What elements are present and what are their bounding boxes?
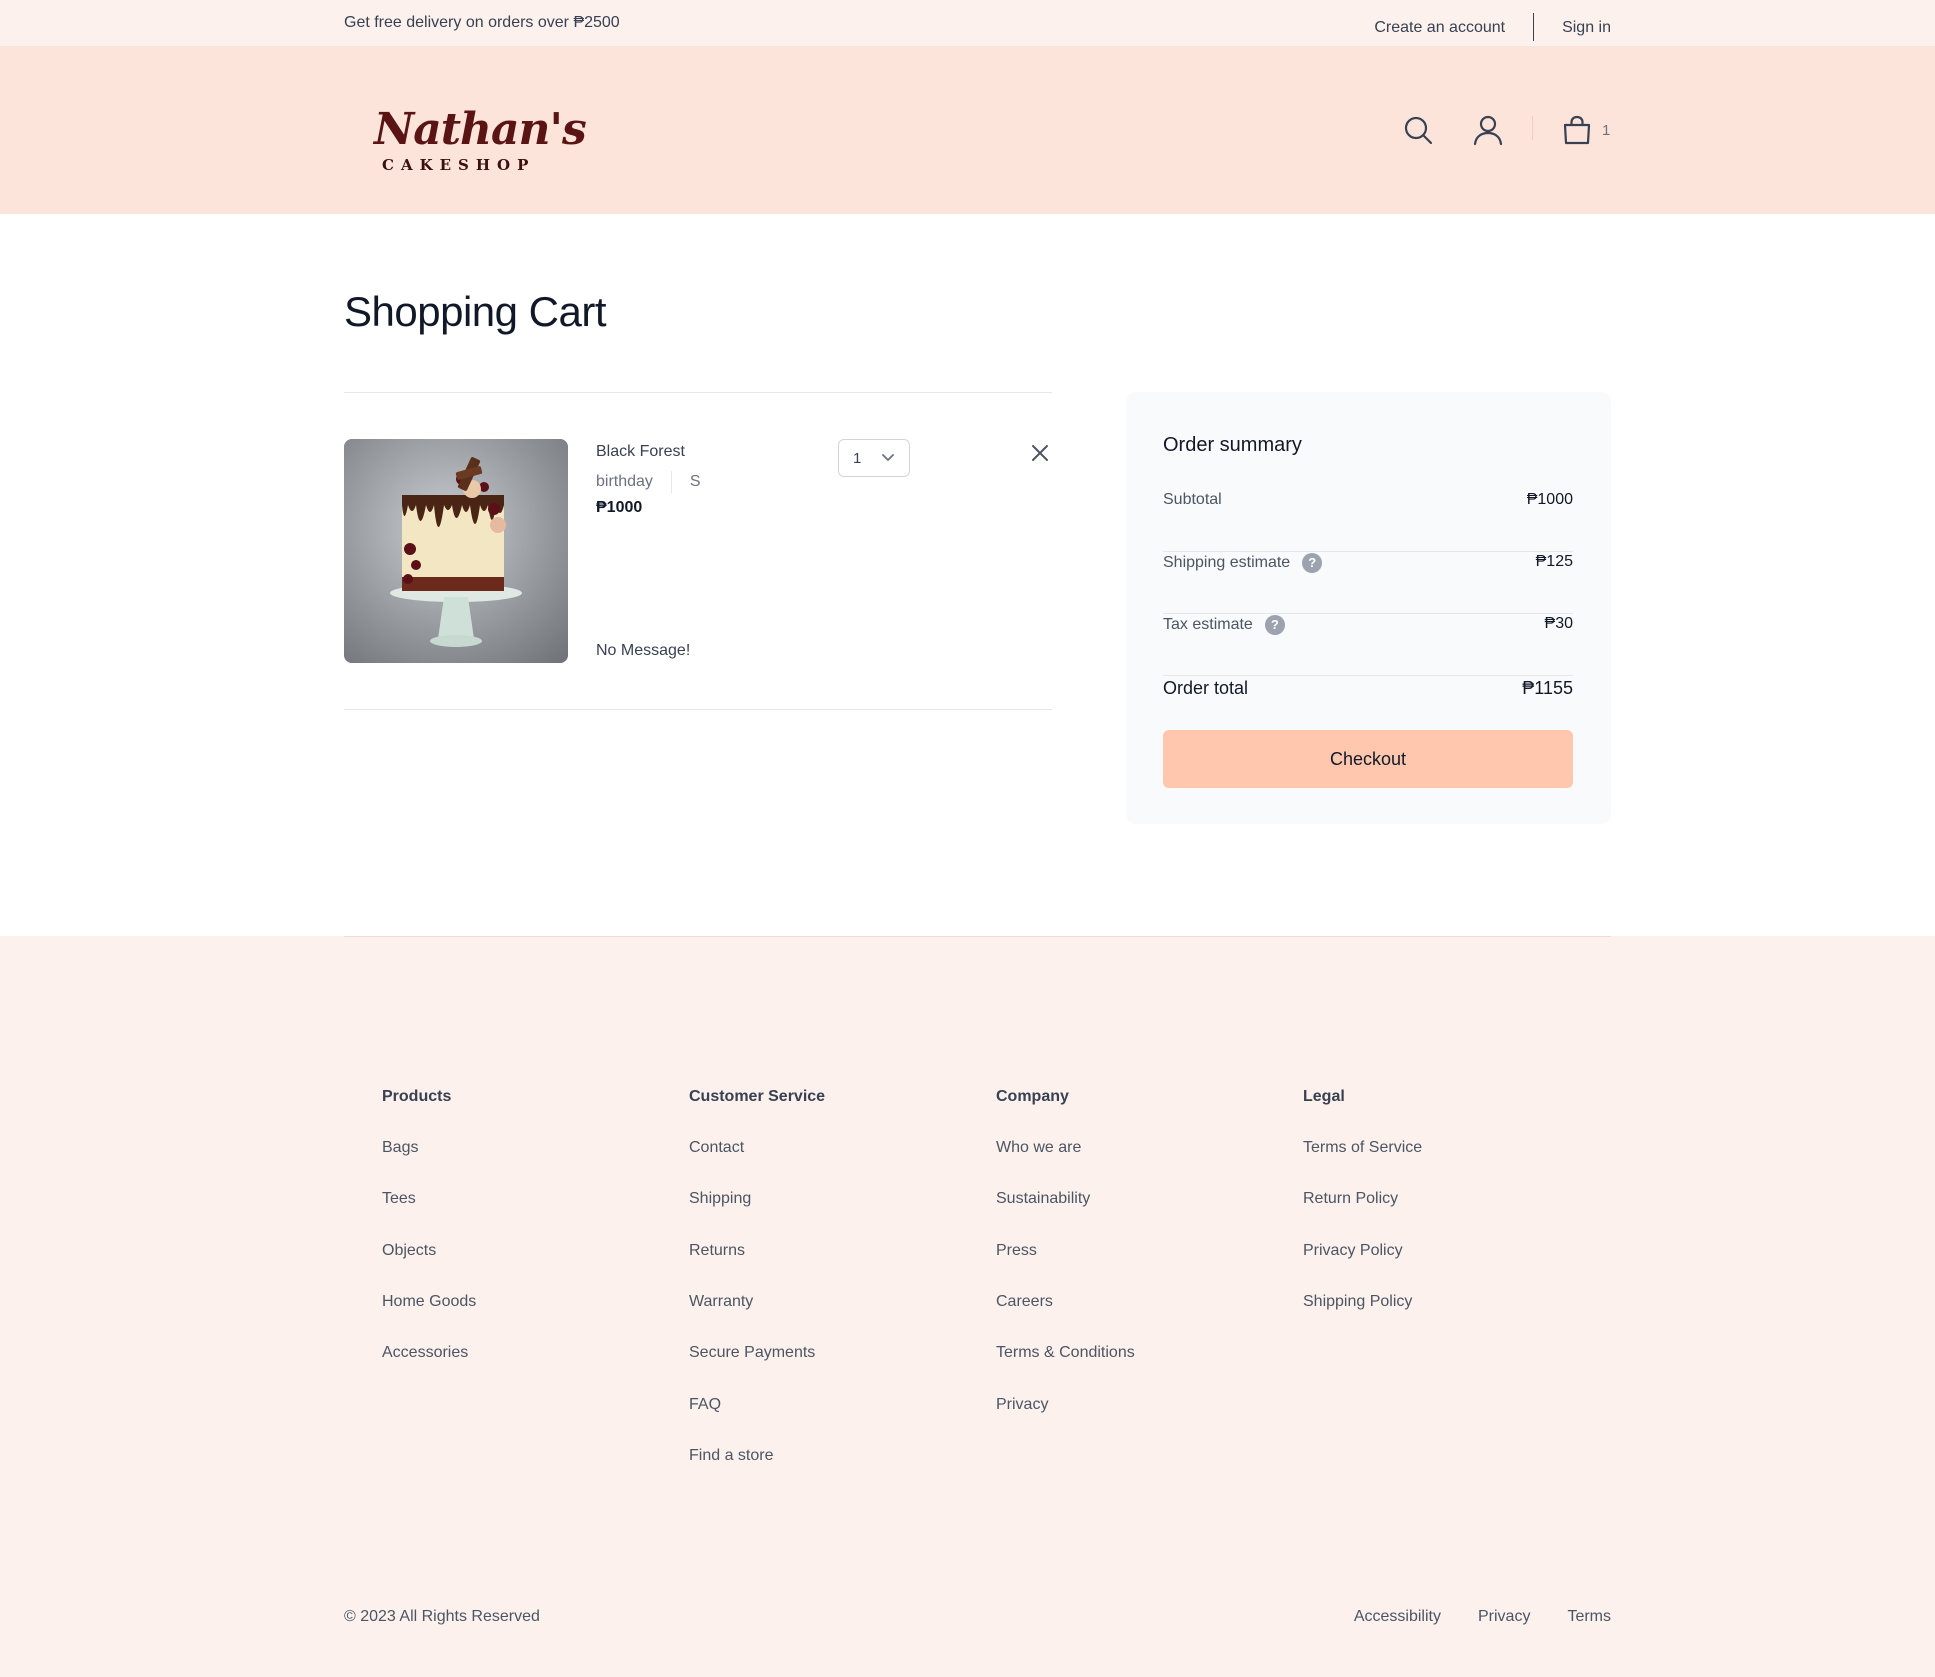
footer-link[interactable]: Shipping Policy [1303,1293,1412,1311]
tax-row: Tax estimate ? ₱30 [1163,615,1573,676]
footer-column-company: Company Who we are Sustainability Press … [996,1088,1135,1413]
footer-link[interactable]: Privacy [996,1396,1048,1414]
product-occasion: birthday [596,473,653,490]
subtotal-label: Subtotal [1163,491,1222,508]
quantity-select[interactable]: 1 [838,439,910,477]
footer-link[interactable]: Shipping [689,1190,751,1208]
divider [1533,13,1535,41]
subtotal-value: ₱1000 [1526,491,1573,508]
site-footer: Products Bags Tees Objects Home Goods Ac… [0,936,1935,1677]
search-icon[interactable] [1402,114,1434,146]
footer-column-products: Products Bags Tees Objects Home Goods Ac… [382,1088,476,1361]
tax-label-wrap: Tax estimate ? [1163,615,1285,635]
accessibility-link[interactable]: Accessibility [1354,1608,1441,1626]
terms-link[interactable]: Terms [1567,1608,1611,1626]
shopping-bag-icon[interactable] [1561,114,1593,146]
footer-link[interactable]: Careers [996,1293,1053,1311]
footer-link[interactable]: Press [996,1242,1037,1260]
logo[interactable]: Nathan's CAKESHOP [374,104,587,184]
footer-link[interactable]: Who we are [996,1139,1081,1157]
remove-item-button[interactable] [1028,441,1052,465]
site-header: Nathan's CAKESHOP 1 [0,46,1935,214]
logo-script: Nathan's [374,104,587,155]
account-links: Create an account Sign in [1374,13,1611,42]
footer-column-title: Company [996,1088,1069,1105]
chevron-down-icon [882,454,894,462]
order-total-row: Order total ₱1155 [1163,678,1573,699]
footer-link[interactable]: Returns [689,1242,745,1260]
product-name[interactable]: Black Forest [596,443,685,461]
copyright: © 2023 All Rights Reserved [344,1608,540,1625]
footer-link[interactable]: Accessories [382,1344,468,1362]
shipping-row: Shipping estimate ? ₱125 [1163,553,1573,614]
footer-link[interactable]: Privacy Policy [1303,1242,1403,1260]
create-account-link[interactable]: Create an account [1374,19,1505,37]
footer-link[interactable]: Tees [382,1190,416,1208]
order-summary-title: Order summary [1163,434,1302,456]
divider [344,936,1611,937]
page-title: Shopping Cart [344,288,607,335]
footer-link[interactable]: Sustainability [996,1190,1090,1208]
logo-subtitle: CAKESHOP [382,156,536,174]
footer-link[interactable]: Secure Payments [689,1344,815,1362]
footer-link[interactable]: Contact [689,1139,744,1157]
product-message: No Message! [596,642,691,659]
help-icon[interactable]: ? [1302,553,1323,573]
tax-value: ₱30 [1544,615,1573,632]
cart-count[interactable]: 1 [1602,122,1610,139]
help-icon[interactable]: ? [1264,615,1285,635]
footer-link[interactable]: Bags [382,1139,418,1157]
product-image[interactable] [344,439,568,663]
footer-legal-links: Accessibility Privacy Terms [1354,1608,1611,1626]
footer-link[interactable]: Terms & Conditions [996,1344,1135,1362]
footer-column-title: Customer Service [689,1088,826,1105]
footer-link[interactable]: Return Policy [1303,1190,1398,1208]
shipping-label: Shipping estimate [1163,554,1291,571]
product-variants: birthday S [596,471,701,493]
tax-label: Tax estimate [1163,616,1253,633]
user-icon[interactable] [1472,114,1504,146]
divider [670,471,672,493]
product-price: ₱1000 [596,499,643,516]
icon-divider [1532,116,1533,140]
footer-link[interactable]: Warranty [689,1293,753,1311]
privacy-link[interactable]: Privacy [1478,1608,1530,1626]
order-total-label: Order total [1163,678,1249,698]
footer-column-legal: Legal Terms of Service Return Policy Pri… [1303,1088,1422,1310]
order-total-value: ₱1155 [1522,678,1573,698]
footer-link[interactable]: FAQ [689,1396,721,1414]
shipping-value: ₱125 [1535,553,1573,570]
footer-link[interactable]: Home Goods [382,1293,476,1311]
order-summary: Order summary Subtotal ₱1000 Shipping es… [1126,392,1611,824]
promo-text: Get free delivery on orders over ₱2500 [344,14,620,31]
subtotal-row: Subtotal ₱1000 [1163,491,1573,552]
footer-column-title: Legal [1303,1088,1345,1105]
checkout-button[interactable]: Checkout [1163,730,1573,788]
cart-items-list: Black Forest birthday S ₱1000 No Message… [344,392,1052,710]
product-size: S [689,473,701,490]
close-icon [1032,445,1048,461]
footer-link[interactable]: Terms of Service [1303,1139,1422,1157]
quantity-value: 1 [853,449,862,467]
announcement-bar: Get free delivery on orders over ₱2500 C… [0,0,1935,46]
footer-bottom-bar: © 2023 All Rights Reserved Accessibility… [344,1608,1611,1626]
sign-in-link[interactable]: Sign in [1562,19,1611,37]
footer-link[interactable]: Find a store [689,1447,773,1465]
footer-column-customer-service: Customer Service Contact Shipping Return… [689,1088,826,1464]
footer-column-title: Products [382,1088,452,1105]
shipping-label-wrap: Shipping estimate ? [1163,553,1323,573]
footer-link[interactable]: Objects [382,1242,436,1260]
